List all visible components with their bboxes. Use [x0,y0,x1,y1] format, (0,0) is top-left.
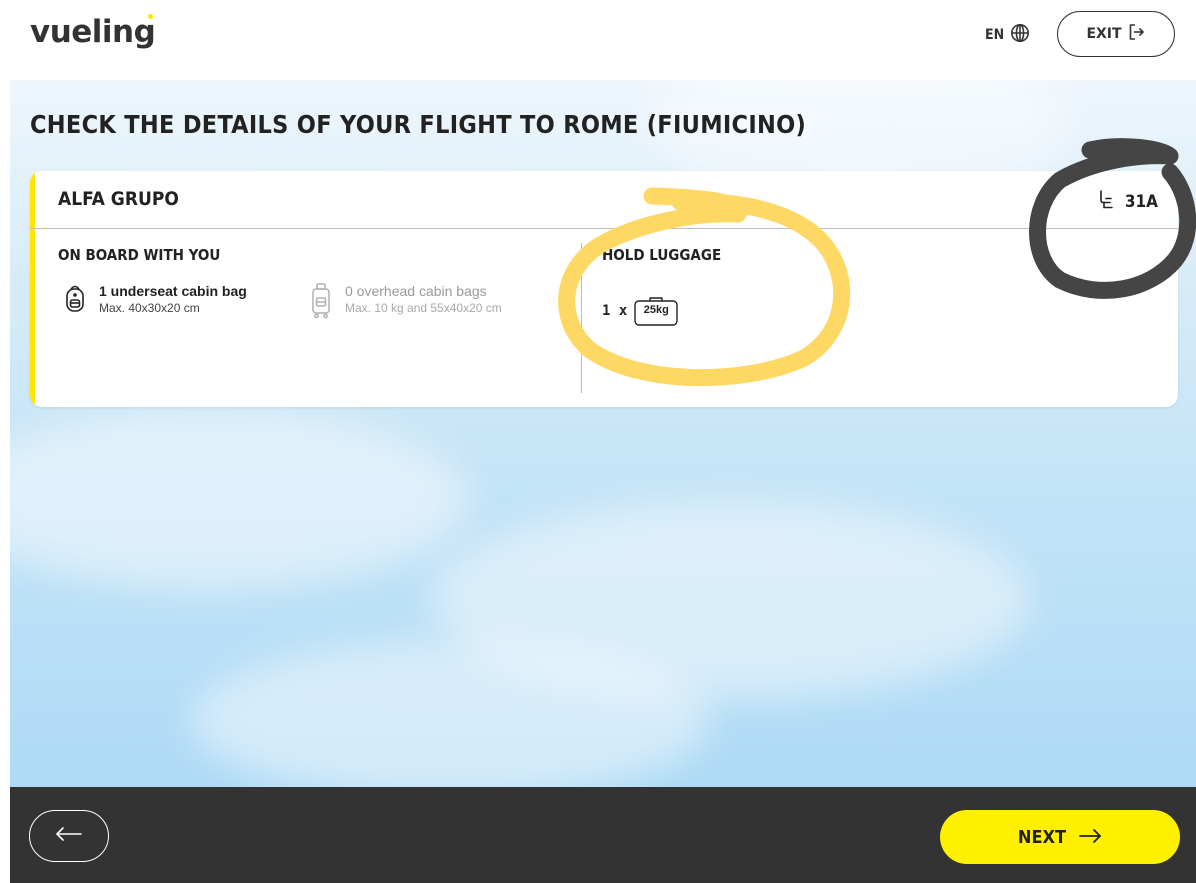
logo-dot [148,14,153,19]
section-divider [581,243,582,393]
seat-number: 31A [1124,191,1158,212]
bag-name: 1 underseat cabin bag [99,283,247,299]
arrow-left-icon [55,826,83,846]
globe-icon [1010,23,1030,47]
hold-weight: 25kg [643,304,669,316]
seat-info: 31A [1097,189,1158,214]
underseat-bag-item: 1 underseat cabin bag Max. 40x30x20 cm [65,283,247,318]
cloud-decoration [10,410,470,590]
suitcase-icon: 25kg [633,296,679,326]
bag-name: 0 overhead cabin bags [345,283,487,299]
seat-icon [1097,189,1115,214]
on-board-title: ON BOARD WITH YOU [58,246,221,264]
back-button[interactable] [29,810,109,862]
vueling-logo[interactable]: vueling [30,14,156,50]
header: vueling EN EXIT [0,0,1196,80]
passenger-name: ALFA GRUPO [58,188,179,210]
trolley-bag-icon [311,283,331,324]
hold-luggage-item: 1 x 25kg [602,296,679,326]
page-title: CHECK THE DETAILS OF YOUR FLIGHT TO ROME… [30,110,807,139]
language-label: EN [985,27,1005,43]
backpack-icon [65,283,85,318]
overhead-bag-item: 0 overhead cabin bags Max. 10 kg and 55x… [311,283,502,324]
hold-quantity: 1 x [602,303,628,319]
bag-dimensions: Max. 10 kg and 55x40x20 cm [345,301,502,315]
cloud-decoration [190,640,710,787]
arrow-right-icon [1078,827,1102,848]
language-selector[interactable]: EN [985,24,1030,46]
card-header: ALFA GRUPO 31A [30,171,1178,229]
footer-bar: NEXT [10,787,1196,883]
bag-dimensions: Max. 40x30x20 cm [99,301,200,315]
next-label: NEXT [1017,826,1067,848]
main-content: CHECK THE DETAILS OF YOUR FLIGHT TO ROME… [10,80,1196,787]
hold-luggage-title: HOLD LUGGAGE [602,246,722,264]
exit-icon [1128,23,1146,45]
exit-button[interactable]: EXIT [1057,11,1175,57]
next-button[interactable]: NEXT [940,810,1180,864]
passenger-card: ALFA GRUPO 31A ON BOARD WITH YOU 1 under… [30,171,1178,407]
exit-label: EXIT [1086,26,1122,42]
